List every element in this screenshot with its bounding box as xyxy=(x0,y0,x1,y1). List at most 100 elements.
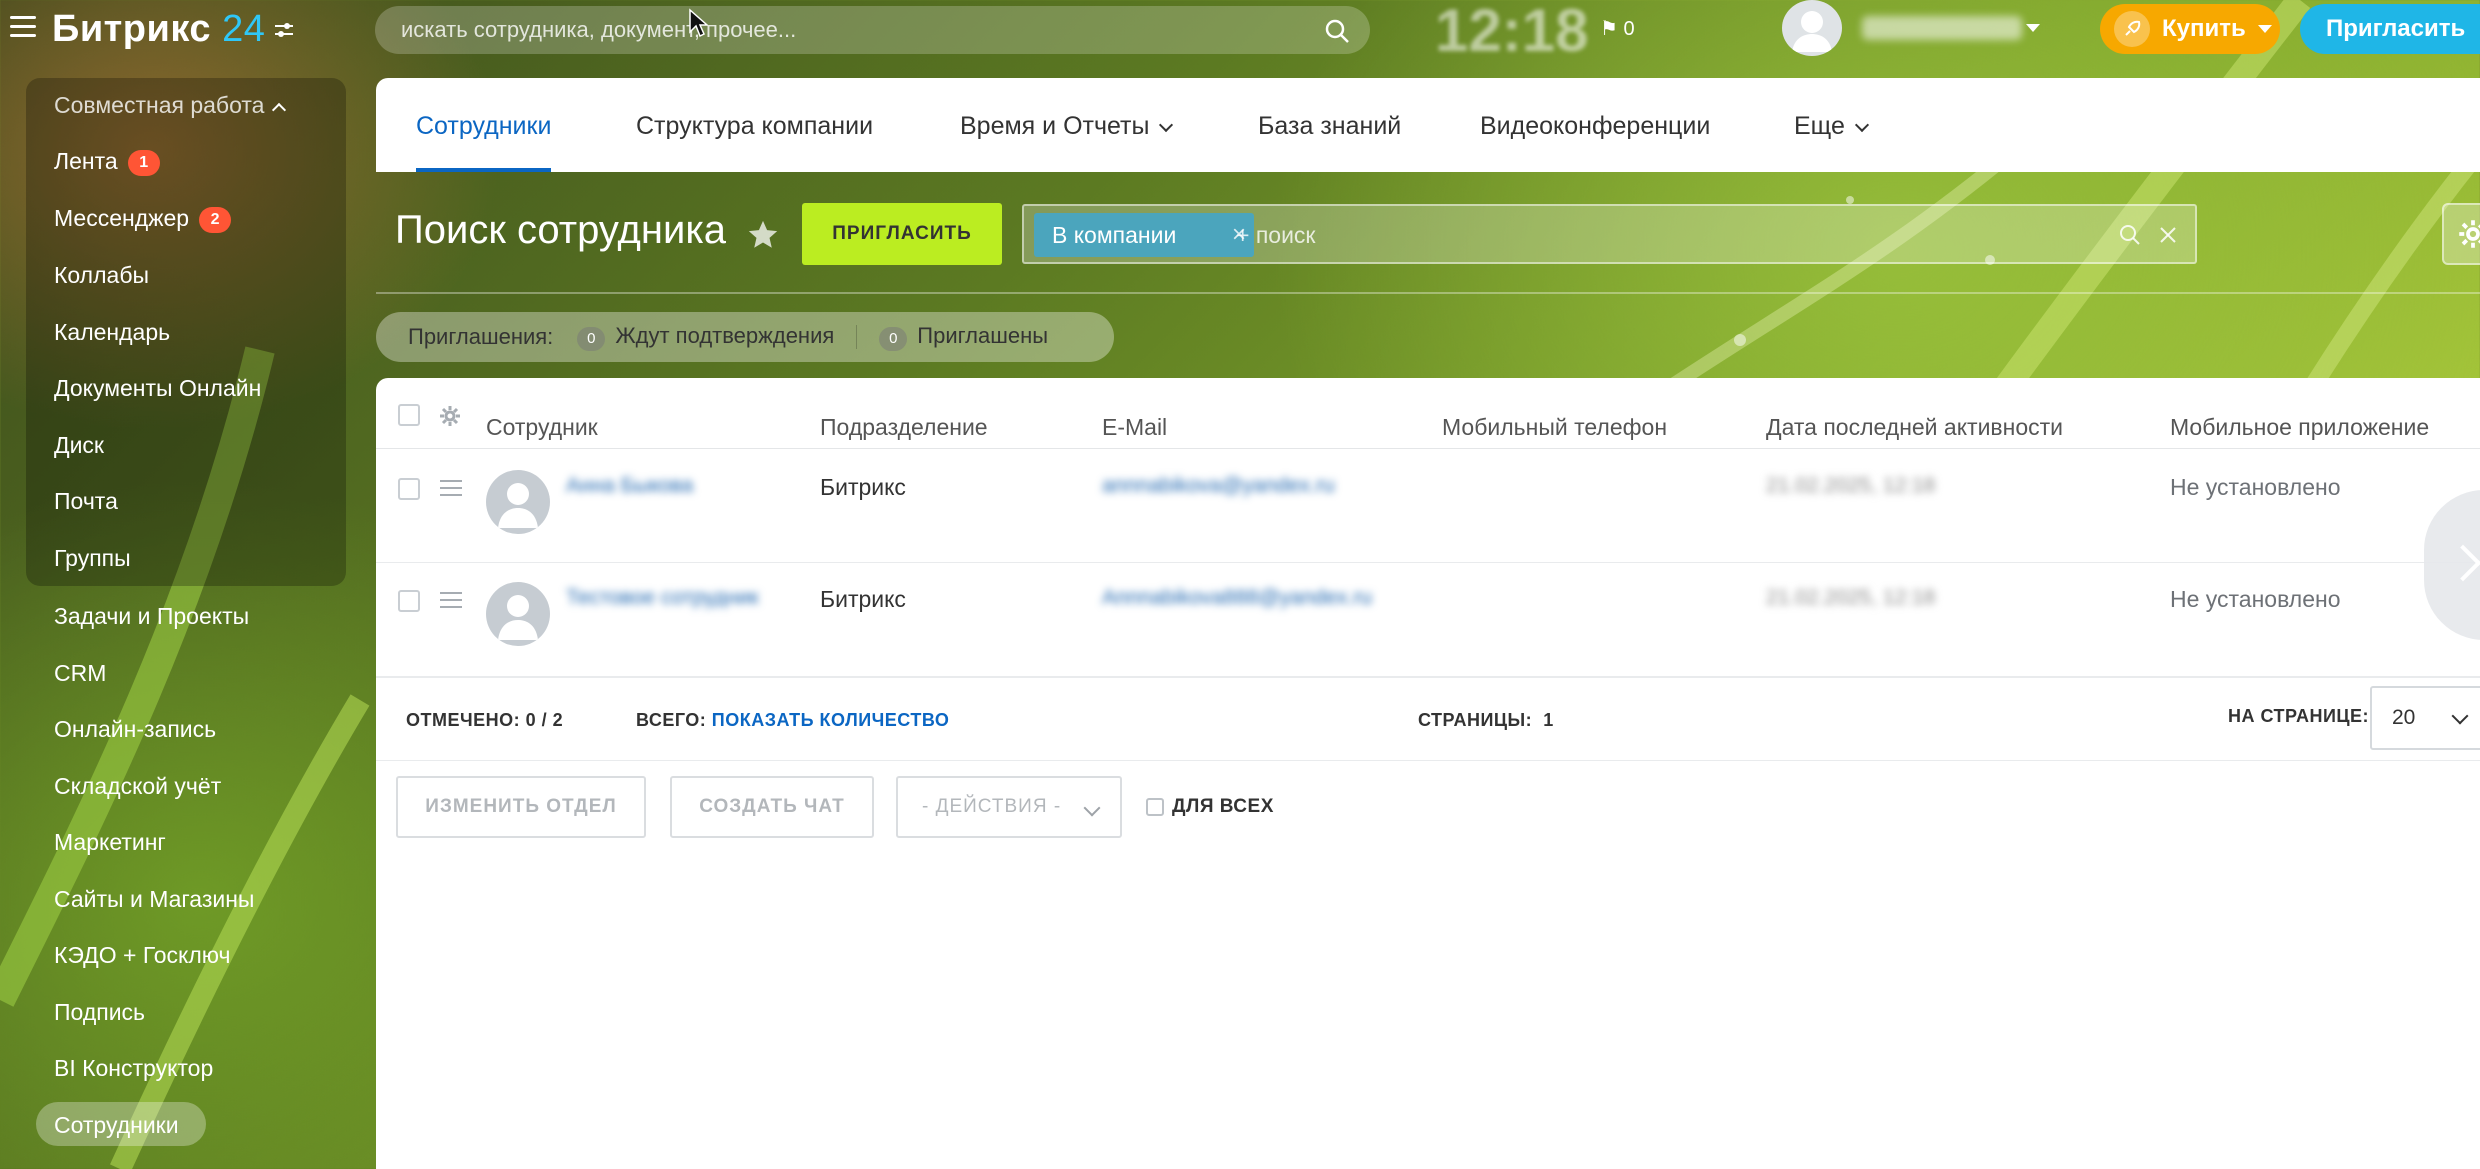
sidebar-item-messenger[interactable]: Мессенджер 2 xyxy=(54,205,232,235)
invitations-pending[interactable]: 0 Ждут подтверждения xyxy=(577,323,834,351)
employee-name[interactable]: Анна Быкова xyxy=(566,474,693,498)
column-header-mobile-app[interactable]: Мобильное приложение xyxy=(2170,414,2429,441)
employee-last-activity: 21.02.2025, 12:18 xyxy=(1766,474,1936,497)
user-name-blurred[interactable] xyxy=(1862,16,2022,40)
invite-employee-button[interactable]: ПРИГЛАСИТЬ xyxy=(802,203,1002,265)
employee-last-activity: 21.02.2025, 12:18 xyxy=(1766,586,1936,609)
actions-select[interactable]: - ДЕЙСТВИЯ - xyxy=(896,776,1122,838)
sidebar-group-title[interactable]: Совместная работа xyxy=(54,92,287,119)
create-chat-button[interactable]: СОЗДАТЬ ЧАТ xyxy=(670,776,874,838)
filter-tag-in-company[interactable]: В компании × xyxy=(1034,213,1254,257)
per-page-select[interactable]: 20 xyxy=(2370,686,2480,750)
employee-email[interactable]: annnabikova@yandex.ru xyxy=(1102,474,1335,498)
gear-icon[interactable] xyxy=(438,404,462,428)
invite-top-button[interactable]: Пригласить xyxy=(2300,4,2480,54)
flag-counter[interactable]: ⚑ 0 xyxy=(1600,16,1635,41)
for-all-checkbox[interactable] xyxy=(1146,798,1164,816)
logo-number: 24 xyxy=(222,8,266,50)
filter-search-input[interactable] xyxy=(1236,218,1936,252)
sidebar-item-disk[interactable]: Диск xyxy=(54,432,104,459)
invitations-invited[interactable]: 0 Приглашены xyxy=(879,323,1048,351)
global-search-input[interactable] xyxy=(401,14,1301,46)
rocket-icon xyxy=(2114,11,2150,47)
employee-email[interactable]: Annnabikova888@yandex.ru xyxy=(1102,586,1372,610)
invitations-bar: Приглашения: 0 Ждут подтверждения 0 Пригла… xyxy=(376,312,1114,362)
chevron-down-icon xyxy=(1083,799,1101,817)
show-count-link[interactable]: ПОКАЗАТЬ КОЛИЧЕСТВО xyxy=(712,710,950,730)
for-all-option[interactable]: ДЛЯ ВСЕХ xyxy=(1146,796,1274,818)
avatar[interactable] xyxy=(486,582,550,646)
sidebar-item-crm[interactable]: CRM xyxy=(54,660,106,687)
sidebar-item-booking[interactable]: Онлайн-запись xyxy=(54,716,216,743)
chevron-down-icon xyxy=(2257,25,2272,33)
menu-icon[interactable] xyxy=(10,16,36,38)
logo-text: Битрикс xyxy=(52,8,212,50)
invited-count: 0 xyxy=(879,327,908,351)
sliders-icon[interactable] xyxy=(272,18,296,42)
column-header-employee[interactable]: Сотрудник xyxy=(486,414,598,441)
column-header-department[interactable]: Подразделение xyxy=(820,414,988,441)
user-silhouette-icon xyxy=(498,483,538,528)
filter-search-box: В компании × xyxy=(1022,204,2197,264)
sidebar-item-mail[interactable]: Почта xyxy=(54,488,118,515)
search-icon[interactable] xyxy=(2117,222,2143,248)
footer-divider xyxy=(376,676,2480,678)
sidebar-item-collabs[interactable]: Коллабы xyxy=(54,262,149,289)
feed-badge: 1 xyxy=(127,150,160,176)
invitations-label: Приглашения: xyxy=(408,324,554,349)
user-avatar[interactable] xyxy=(1782,0,1842,56)
row-checkbox[interactable] xyxy=(398,590,420,612)
sidebar-item-employees[interactable]: Сотрудники xyxy=(54,1112,179,1139)
per-page-label: НА СТРАНИЦЕ: xyxy=(2228,706,2370,726)
section-tabs: Сотрудники Структура компании Время и От… xyxy=(376,78,2480,172)
column-header-last-activity[interactable]: Дата последней активности xyxy=(1766,414,2063,441)
sidebar-item-sign[interactable]: Подпись xyxy=(54,999,145,1026)
search-icon[interactable] xyxy=(1324,18,1350,44)
row-checkbox[interactable] xyxy=(398,478,420,500)
gear-icon xyxy=(2459,220,2480,248)
chevron-down-icon xyxy=(2451,707,2469,725)
employee-mobile-app: Не установлено xyxy=(2170,474,2341,500)
logo[interactable]: Битрикс 24 xyxy=(52,8,265,51)
tab-employees[interactable]: Сотрудники xyxy=(416,112,552,172)
scroll-right-button[interactable] xyxy=(2424,490,2480,640)
sidebar-item-feed[interactable]: Лента 1 xyxy=(54,148,160,178)
marked-counter: ОТМЕЧЕНО: 0 / 2 xyxy=(406,710,564,730)
buy-label: Купить xyxy=(2162,15,2246,42)
tab-company-structure[interactable]: Структура компании xyxy=(636,112,873,141)
sidebar-item-marketing[interactable]: Маркетинг xyxy=(54,829,166,856)
buy-button[interactable]: Купить xyxy=(2100,4,2280,54)
sidebar-item-groups[interactable]: Группы xyxy=(54,545,131,572)
close-icon[interactable] xyxy=(2155,222,2181,248)
chevron-up-icon xyxy=(272,102,287,118)
user-menu-caret-icon[interactable] xyxy=(2026,24,2040,32)
grid-settings-button[interactable] xyxy=(2442,203,2480,265)
tab-time-reports[interactable]: Время и Отчеты xyxy=(960,112,1174,141)
tab-videoconferences[interactable]: Видеоконференции xyxy=(1480,112,1710,141)
mouse-cursor-icon xyxy=(689,8,708,38)
sidebar-item-calendar[interactable]: Календарь xyxy=(54,319,170,346)
pages-value[interactable]: 1 xyxy=(1543,710,1554,730)
sidebar-item-kedo[interactable]: КЭДО + Госключ xyxy=(54,942,231,969)
sidebar-item-documents[interactable]: Документы Онлайн xyxy=(54,375,261,402)
drag-handle-icon[interactable] xyxy=(440,592,462,608)
tab-more[interactable]: Еще xyxy=(1794,112,1869,141)
avatar[interactable] xyxy=(486,470,550,534)
sidebar-item-sites[interactable]: Сайты и Магазины xyxy=(54,886,254,913)
clock[interactable]: 12:18 xyxy=(1435,0,1588,65)
column-header-phone[interactable]: Мобильный телефон xyxy=(1442,414,1667,441)
star-icon[interactable] xyxy=(746,218,780,252)
tab-knowledge-base[interactable]: База знаний xyxy=(1258,112,1401,141)
select-all-checkbox[interactable] xyxy=(398,404,420,426)
sidebar-item-tasks[interactable]: Задачи и Проекты xyxy=(54,603,249,630)
sidebar-item-inventory[interactable]: Складской учёт xyxy=(54,773,221,800)
change-department-button[interactable]: ИЗМЕНИТЬ ОТДЕЛ xyxy=(396,776,646,838)
sidebar-item-bi[interactable]: BI Конструктор xyxy=(54,1055,213,1082)
drag-handle-icon[interactable] xyxy=(440,480,462,496)
total-counter: ВСЕГО: ПОКАЗАТЬ КОЛИЧЕСТВО xyxy=(636,710,950,730)
header-divider xyxy=(376,448,2480,449)
employee-department: Битрикс xyxy=(820,474,906,500)
pending-count: 0 xyxy=(577,327,606,351)
employee-name[interactable]: Тестовое сотрудник xyxy=(566,586,759,610)
column-header-email[interactable]: E-Mail xyxy=(1102,414,1167,441)
